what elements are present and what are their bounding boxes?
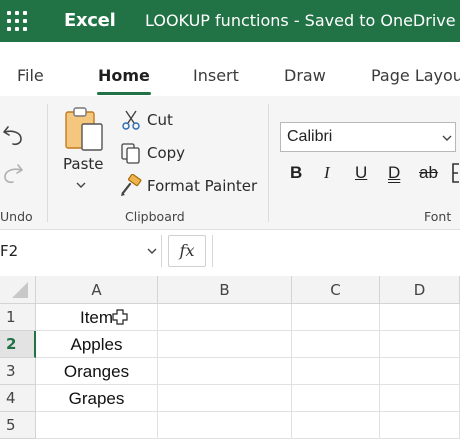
copy-button[interactable]: Copy — [147, 144, 185, 162]
cell-a2[interactable]: Apples — [36, 331, 158, 358]
font-name-value: Calibri — [287, 128, 333, 145]
tab-page-layout[interactable]: Page Layout — [371, 66, 460, 85]
tab-insert[interactable]: Insert — [193, 66, 239, 85]
app-launcher-icon[interactable] — [5, 9, 29, 33]
tab-draw[interactable]: Draw — [284, 66, 326, 85]
column-header-a[interactable]: A — [36, 276, 158, 304]
column-header-c[interactable]: C — [292, 276, 380, 304]
cell-d1[interactable] — [380, 304, 460, 331]
document-title[interactable]: LOOKUP functions - Saved to OneDrive — [145, 11, 456, 30]
cut-icon[interactable] — [120, 109, 142, 131]
cell-c4[interactable] — [292, 385, 380, 412]
spreadsheet-grid: A B C D 1 2 3 4 5 Item Apples Oranges Gr… — [0, 276, 460, 443]
cell-d3[interactable] — [380, 358, 460, 385]
row-header-1[interactable]: 1 — [0, 304, 36, 331]
cell-b2[interactable] — [158, 331, 292, 358]
chevron-down-icon[interactable] — [75, 180, 87, 190]
ribbon-separator — [47, 104, 48, 222]
cell-b5[interactable] — [158, 412, 292, 439]
copy-icon[interactable] — [119, 141, 143, 165]
row-header-4[interactable]: 4 — [0, 385, 36, 412]
paste-button[interactable]: Paste — [63, 155, 104, 173]
cell-a1[interactable]: Item — [36, 304, 158, 331]
font-group-label: Font — [424, 209, 452, 224]
format-painter-button[interactable]: Format Painter — [147, 177, 257, 195]
select-all-corner[interactable] — [0, 276, 36, 304]
undo-group-label: Undo — [0, 209, 33, 224]
cell-c5[interactable] — [292, 412, 380, 439]
tab-home[interactable]: Home — [98, 66, 150, 85]
italic-button[interactable]: I — [324, 163, 330, 183]
cut-button[interactable]: Cut — [147, 111, 173, 129]
row-header-2[interactable]: 2 — [0, 331, 36, 358]
formula-bar: F2 fx — [0, 231, 460, 271]
double-underline-button[interactable]: D — [388, 163, 400, 183]
cell-a5[interactable] — [36, 412, 158, 439]
undo-icon[interactable] — [2, 122, 26, 148]
cell-d4[interactable] — [380, 385, 460, 412]
cell-d5[interactable] — [380, 412, 460, 439]
formula-input[interactable] — [212, 235, 460, 267]
row-header-5[interactable]: 5 — [0, 412, 36, 439]
chevron-down-icon — [442, 135, 452, 141]
cell-c1[interactable] — [292, 304, 380, 331]
tab-file[interactable]: File — [17, 66, 44, 85]
insert-function-button[interactable]: fx — [168, 235, 206, 267]
font-more-icon[interactable] — [450, 162, 460, 184]
paste-icon[interactable] — [62, 106, 106, 152]
name-box[interactable]: F2 — [0, 235, 162, 267]
bold-button[interactable]: B — [290, 163, 302, 183]
cell-c3[interactable] — [292, 358, 380, 385]
app-name[interactable]: Excel — [64, 10, 116, 31]
underline-button[interactable]: U — [355, 163, 367, 183]
column-header-b[interactable]: B — [158, 276, 292, 304]
cell-b1[interactable] — [158, 304, 292, 331]
cell-cursor-icon — [112, 309, 128, 325]
cell-b4[interactable] — [158, 385, 292, 412]
cell-b3[interactable] — [158, 358, 292, 385]
ribbon-separator — [268, 104, 269, 222]
row-header-3[interactable]: 3 — [0, 358, 36, 385]
chevron-down-icon — [147, 248, 157, 254]
title-bar: Excel LOOKUP functions - Saved to OneDri… — [0, 0, 460, 42]
format-painter-icon[interactable] — [119, 174, 143, 198]
ribbon-tabs: File Home Insert Draw Page Layout — [0, 42, 460, 96]
name-box-value: F2 — [0, 242, 19, 260]
cell-a3[interactable]: Oranges — [36, 358, 158, 385]
font-name-dropdown[interactable]: Calibri — [280, 122, 456, 152]
active-tab-indicator — [97, 92, 151, 95]
cell-c2[interactable] — [292, 331, 380, 358]
cell-a4[interactable]: Grapes — [36, 385, 158, 412]
strikethrough-button[interactable]: ab — [419, 163, 438, 183]
redo-icon[interactable] — [2, 160, 26, 186]
clipboard-group-label: Clipboard — [125, 209, 185, 224]
column-header-d[interactable]: D — [380, 276, 460, 304]
cell-d2[interactable] — [380, 331, 460, 358]
